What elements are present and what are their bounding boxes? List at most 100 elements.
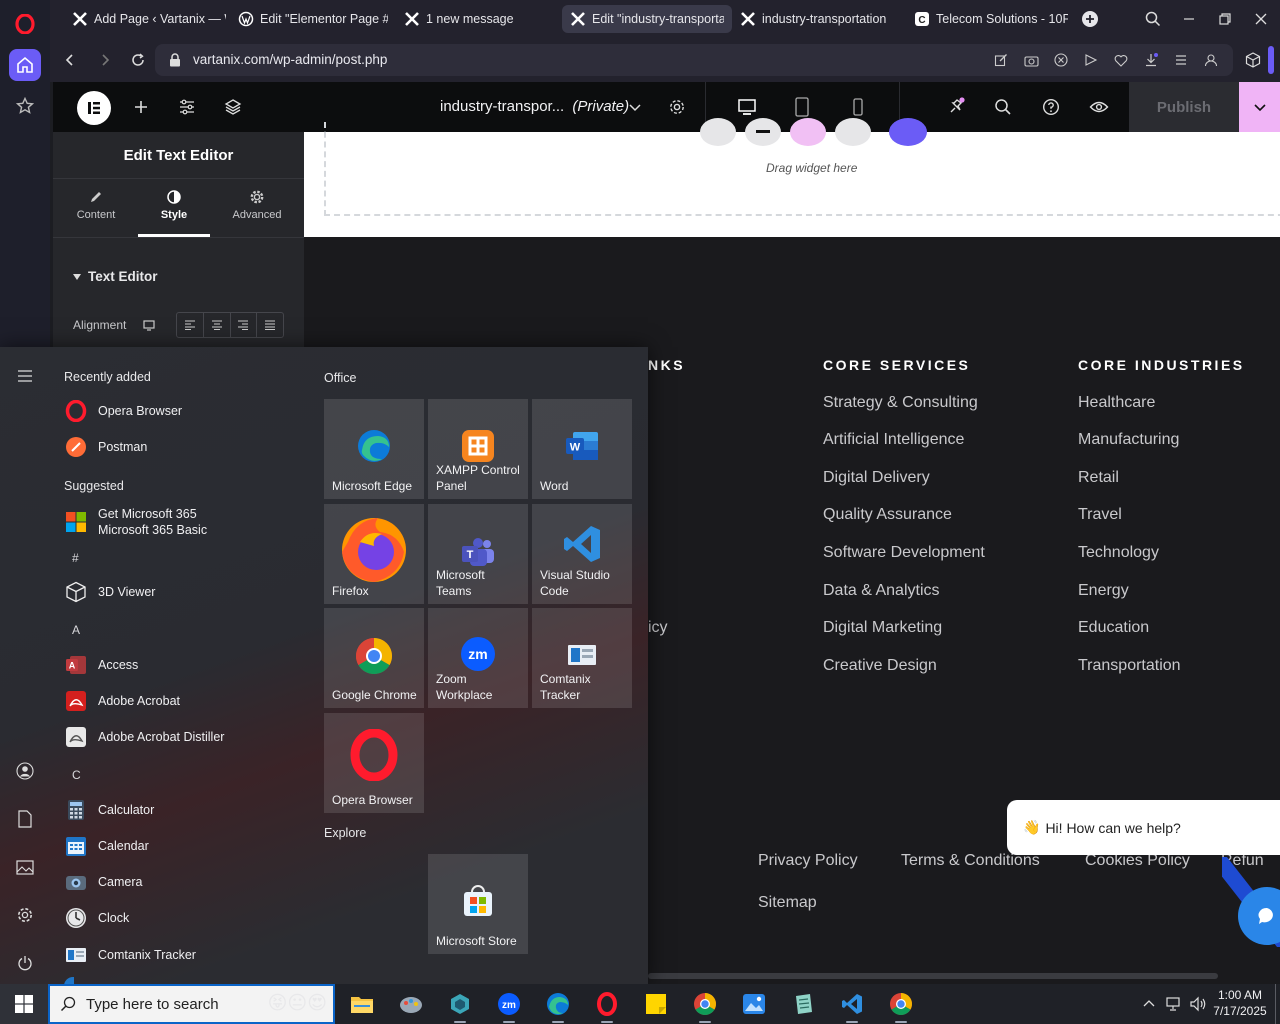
start-button[interactable] [0, 984, 48, 1024]
app-access[interactable]: A Access [64, 650, 138, 680]
sitemap-link[interactable]: Sitemap [758, 894, 817, 912]
page-settings-gear-icon[interactable] [666, 96, 688, 118]
service-link[interactable]: Creative Design [823, 657, 937, 675]
section-text-editor[interactable]: Text Editor [73, 269, 158, 284]
page-title[interactable]: industry-transpor... (Private) [440, 98, 629, 115]
service-link[interactable]: Artificial Intelligence [823, 431, 964, 449]
tile-google-chrome[interactable]: Google Chrome [324, 608, 424, 708]
chrome-icon[interactable] [881, 988, 921, 1023]
edge-icon[interactable] [538, 988, 578, 1023]
close-window-button[interactable] [1249, 7, 1273, 31]
privacy-policy-link[interactable]: Privacy Policy [758, 852, 858, 870]
add-section-button[interactable] [700, 118, 736, 146]
edit-icon[interactable] [993, 52, 1009, 68]
tab-advanced[interactable]: Advanced [221, 190, 293, 237]
tile-visual-studio-code[interactable]: Visual Studio Code [532, 504, 632, 604]
extensions-cube-icon[interactable] [1245, 52, 1261, 68]
heart-icon[interactable] [1113, 52, 1129, 68]
hamburger-menu-icon[interactable] [12, 363, 38, 389]
snapshot-camera-icon[interactable] [1023, 52, 1039, 68]
industry-link[interactable]: Healthcare [1078, 394, 1155, 412]
tile-microsoft-store[interactable]: Microsoft Store [428, 854, 528, 954]
app-clock[interactable]: Clock [64, 903, 129, 933]
back-icon[interactable] [62, 52, 78, 68]
industry-link[interactable]: Manufacturing [1078, 431, 1179, 449]
mobile-view-icon[interactable] [847, 96, 869, 118]
app-calendar[interactable]: Calendar [64, 831, 149, 861]
tab-add-page[interactable]: Add Page ‹ Vartanix — W [64, 5, 234, 33]
cube-app-icon[interactable] [440, 988, 480, 1023]
power-icon[interactable] [12, 950, 38, 976]
user-account-icon[interactable] [12, 758, 38, 784]
chat-widget[interactable] [1222, 857, 1280, 947]
sticky-notes-icon[interactable] [636, 988, 676, 1020]
chrome-icon[interactable] [685, 988, 725, 1023]
photos-icon[interactable] [734, 988, 774, 1020]
show-desktop-button[interactable] [1275, 984, 1280, 1024]
industry-link[interactable]: Education [1078, 619, 1149, 637]
add-element-icon[interactable] [130, 96, 152, 118]
taskbar-search-box[interactable]: Type here to search 😝😐😍 [48, 984, 335, 1024]
structure-layers-icon[interactable] [222, 96, 244, 118]
opera-icon[interactable] [587, 988, 627, 1023]
file-explorer-icon[interactable] [342, 988, 382, 1020]
minimize-button[interactable] [1177, 7, 1201, 31]
paint-tool-icon[interactable] [391, 988, 431, 1020]
elementor-logo-icon[interactable] [77, 91, 111, 125]
app-opera-browser[interactable]: Opera Browser [64, 396, 182, 426]
show-hidden-icons-chevron-up-icon[interactable] [1142, 997, 1156, 1016]
reload-icon[interactable] [130, 52, 146, 68]
app-adobe-acrobat[interactable]: Adobe Acrobat [64, 686, 180, 716]
tab-new-message[interactable]: 1 new message [396, 5, 562, 33]
service-link[interactable]: Digital Delivery [823, 469, 930, 487]
app-postman[interactable]: Postman [64, 432, 147, 462]
downloads-icon[interactable] [1143, 52, 1159, 68]
tab-edit-industry-transportation[interactable]: Edit "industry-transportati [562, 5, 732, 33]
chat-greeting-bubble[interactable]: 👋 Hi! How can we help? [1007, 800, 1280, 855]
letter-header-c[interactable]: C [72, 768, 81, 782]
service-link[interactable]: Digital Marketing [823, 619, 942, 637]
lock-icon[interactable] [167, 52, 183, 68]
horizontal-scrollbar[interactable] [648, 973, 1218, 979]
restore-button[interactable] [1213, 7, 1237, 31]
letter-header-a[interactable]: A [72, 623, 80, 637]
industry-link[interactable]: Energy [1078, 582, 1129, 600]
library-button[interactable] [889, 118, 927, 146]
tab-telecom-solutions[interactable]: C Telecom Solutions - 10Pe [906, 5, 1076, 33]
tile-firefox[interactable]: Firefox [324, 504, 424, 604]
chevron-down-icon[interactable] [624, 96, 646, 118]
tablet-view-icon[interactable] [791, 96, 813, 118]
tile-microsoft-edge[interactable]: Microsoft Edge [324, 399, 424, 499]
add-template-button[interactable] [745, 118, 781, 146]
letter-header-hash[interactable]: # [72, 551, 79, 565]
tab-industry-transportation[interactable]: industry-transportation - [732, 5, 898, 33]
industry-link[interactable]: Travel [1078, 506, 1122, 524]
tile-comtanix-tracker[interactable]: Comtanix Tracker [532, 608, 632, 708]
tile-microsoft-teams[interactable]: T Microsoft Teams [428, 504, 528, 604]
service-link[interactable]: Software Development [823, 544, 985, 562]
network-icon[interactable] [1165, 996, 1183, 1017]
industry-link[interactable]: Technology [1078, 544, 1159, 562]
easy-setup-icon[interactable] [1173, 52, 1189, 68]
tile-xampp[interactable]: XAMPP Control Panel [428, 399, 528, 499]
service-link[interactable]: Data & Analytics [823, 582, 940, 600]
app-camera[interactable]: Camera [64, 867, 142, 897]
suggested-microsoft-365[interactable]: Get Microsoft 365 Microsoft 365 Basic [64, 504, 207, 540]
align-justify-icon[interactable] [257, 313, 283, 337]
industry-link[interactable]: Retail [1078, 469, 1119, 487]
tab-style[interactable]: Style [138, 190, 210, 237]
settings-gear-icon[interactable] [12, 902, 38, 928]
app-adobe-acrobat-distiller[interactable]: Adobe Acrobat Distiller [64, 722, 224, 752]
notepad-icon[interactable] [783, 988, 823, 1020]
app-comtanix-tracker[interactable]: Comtanix Tracker [64, 940, 196, 970]
preview-eye-icon[interactable] [1088, 96, 1110, 118]
search-icon[interactable] [992, 96, 1014, 118]
ai-button[interactable] [790, 118, 826, 146]
app-calculator[interactable]: Calculator [64, 795, 154, 825]
help-icon[interactable] [1040, 96, 1062, 118]
adblock-icon[interactable] [1053, 52, 1069, 68]
clock-tray[interactable]: 1:00 AM 7/17/2025 [1212, 987, 1268, 1019]
pictures-icon[interactable] [12, 854, 38, 880]
send-icon[interactable] [1083, 52, 1099, 68]
desktop-view-icon[interactable] [736, 96, 758, 118]
